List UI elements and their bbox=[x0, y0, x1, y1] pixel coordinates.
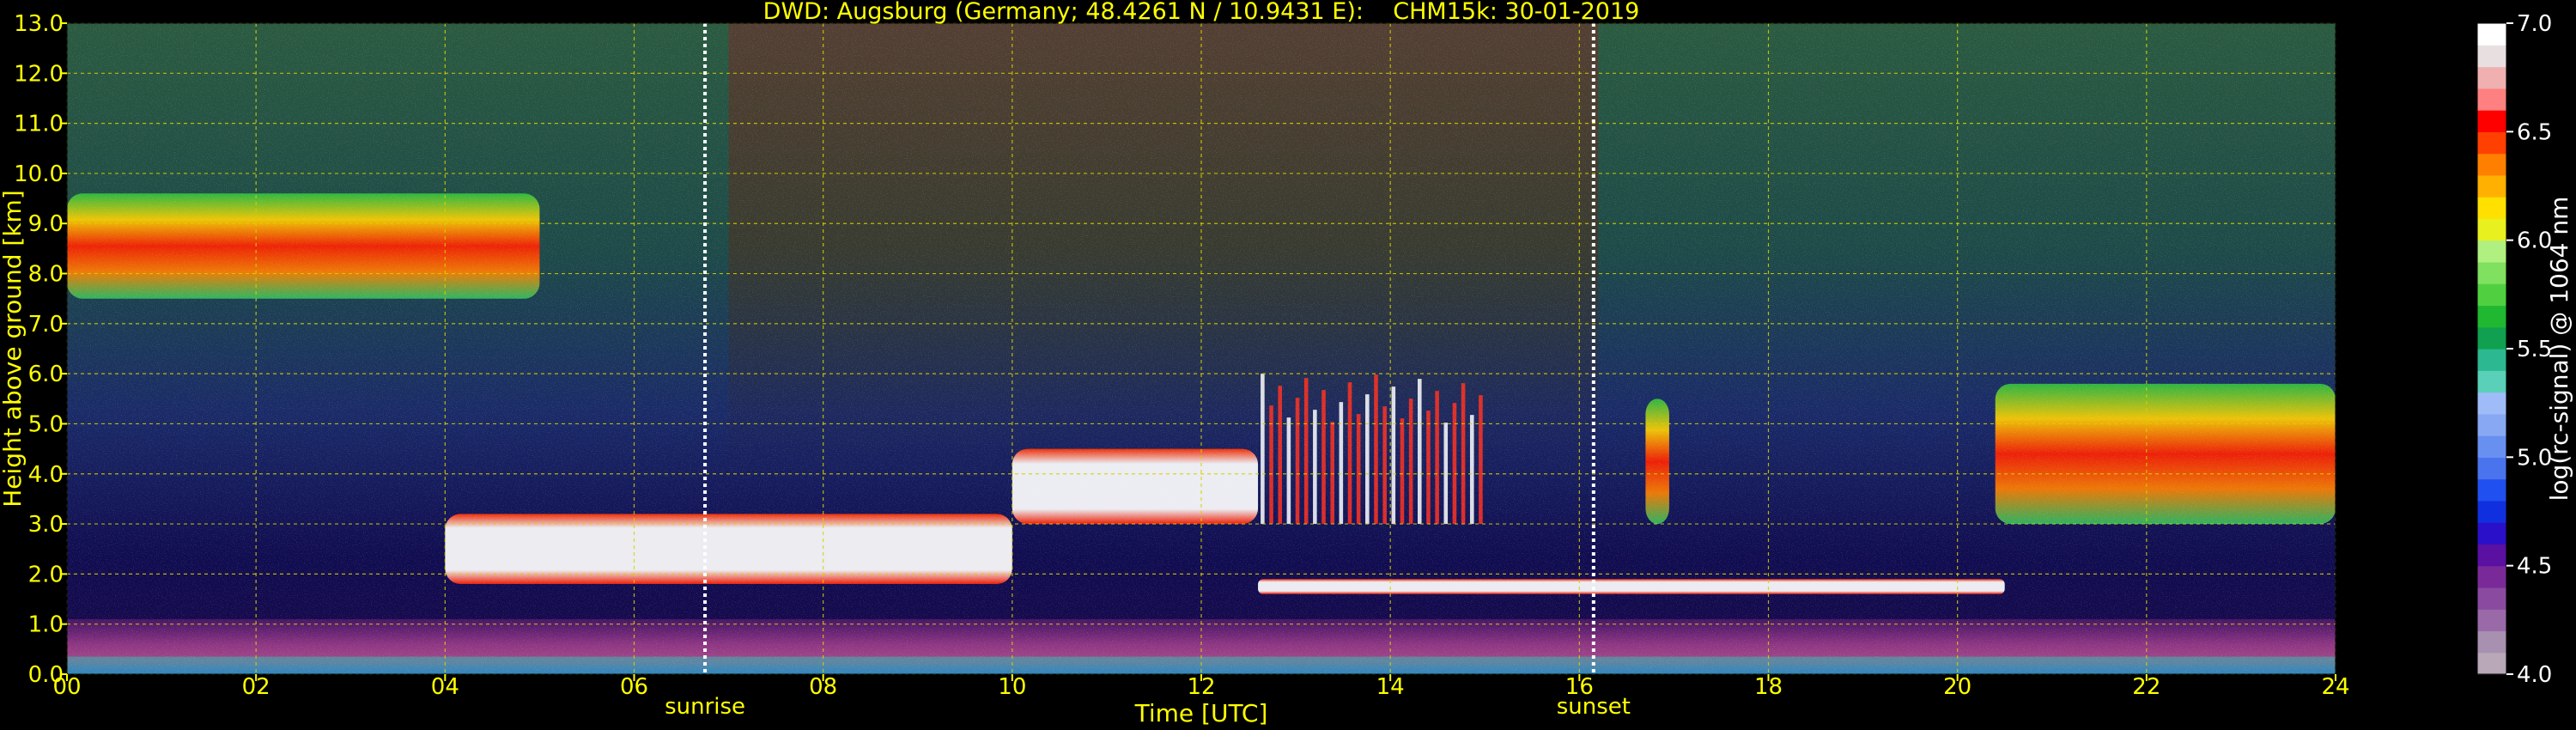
y-tick-label: 4.0 bbox=[28, 462, 64, 488]
x-tick-label: 02 bbox=[242, 674, 270, 700]
colorbar-segment bbox=[2477, 478, 2506, 502]
y-tick-label: 11.0 bbox=[14, 112, 64, 137]
y-tick-label: 1.0 bbox=[28, 612, 64, 638]
y-tick-label: 9.0 bbox=[28, 211, 64, 237]
x-tick-label: 16 bbox=[1565, 674, 1594, 700]
colorbar-segment bbox=[2477, 544, 2506, 567]
colorbar-segment bbox=[2477, 500, 2506, 523]
colorbar-segment bbox=[2477, 45, 2506, 68]
colorbar-segment bbox=[2477, 609, 2506, 632]
colorbar-segment bbox=[2477, 457, 2506, 480]
y-tick-label: 2.0 bbox=[28, 562, 64, 587]
colorbar-segment bbox=[2477, 392, 2506, 415]
colorbar-segment bbox=[2477, 218, 2506, 241]
colorbar-segment bbox=[2477, 349, 2506, 371]
x-tick-label: 08 bbox=[809, 674, 837, 700]
y-tick-label: 7.0 bbox=[28, 312, 64, 338]
x-tick-label: 22 bbox=[2132, 674, 2160, 700]
colorbar-segment bbox=[2477, 652, 2506, 675]
ceilometer-chart: sunrise sunset 00 02 04 06 08 10 12 14 16 18 20 22 24… bbox=[0, 0, 2573, 727]
colorbar-segment bbox=[2477, 413, 2506, 436]
colorbar-segment bbox=[2477, 370, 2506, 393]
x-tick-label: 10 bbox=[998, 674, 1026, 700]
y-tick-label: 8.0 bbox=[28, 262, 64, 288]
y-tick-label: 12.0 bbox=[14, 61, 64, 87]
x-tick-label: 04 bbox=[431, 674, 459, 700]
x-tick-label: 06 bbox=[620, 674, 648, 700]
colorbar-segment bbox=[2477, 261, 2506, 284]
y-axis-label: Height above ground [km] bbox=[0, 190, 27, 508]
colorbar-segment bbox=[2477, 174, 2506, 198]
colorbar-segment bbox=[2477, 197, 2506, 219]
colorbar-segment bbox=[2477, 565, 2506, 588]
colorbar-tick-label: 6.5 bbox=[2517, 119, 2552, 145]
colorbar-segment bbox=[2477, 23, 2506, 46]
y-tick-label: 6.0 bbox=[28, 362, 64, 387]
colorbar-segment bbox=[2477, 283, 2506, 307]
chart-title: DWD: Augsburg (Germany; 48.4261 N / 10.9… bbox=[763, 0, 1640, 25]
colorbar-label: log(rc-signal) @ 1064 nm bbox=[2545, 197, 2573, 502]
colorbar-segment bbox=[2477, 435, 2506, 458]
colorbar-tick-label: 4.5 bbox=[2517, 554, 2552, 580]
x-tick-label: 18 bbox=[1754, 674, 1783, 700]
x-tick-label: 12 bbox=[1187, 674, 1215, 700]
colorbar-tick-label: 4.0 bbox=[2517, 662, 2552, 688]
x-tick-label: 14 bbox=[1376, 674, 1405, 700]
y-tick-label: 0.0 bbox=[28, 662, 64, 688]
y-tick-label: 3.0 bbox=[28, 512, 64, 538]
colorbar-segment bbox=[2477, 131, 2506, 155]
x-axis-label: Time [UTC] bbox=[1134, 699, 1268, 727]
colorbar-segment bbox=[2477, 522, 2506, 544]
colorbar-segment bbox=[2477, 587, 2506, 610]
colorbar-segment bbox=[2477, 88, 2506, 111]
y-tick-label: 13.0 bbox=[14, 11, 64, 37]
colorbar-segment bbox=[2477, 153, 2506, 176]
marker-label-sunrise: sunrise bbox=[665, 694, 745, 720]
colorbar-segment bbox=[2477, 110, 2506, 132]
colorbar-segment bbox=[2477, 66, 2506, 89]
colorbar: 4.04.55.05.56.06.57.0 bbox=[2476, 11, 2552, 688]
x-tick-label: 24 bbox=[2321, 674, 2349, 700]
colorbar-segment bbox=[2477, 326, 2506, 350]
x-tick-label: 20 bbox=[1943, 674, 1971, 700]
y-tick-label: 5.0 bbox=[28, 411, 64, 437]
y-tick-label: 10.0 bbox=[14, 161, 64, 187]
colorbar-tick-label: 7.0 bbox=[2517, 11, 2552, 37]
colorbar-segment bbox=[2477, 630, 2506, 654]
colorbar-segment bbox=[2477, 240, 2506, 263]
colorbar-segment bbox=[2477, 305, 2506, 328]
